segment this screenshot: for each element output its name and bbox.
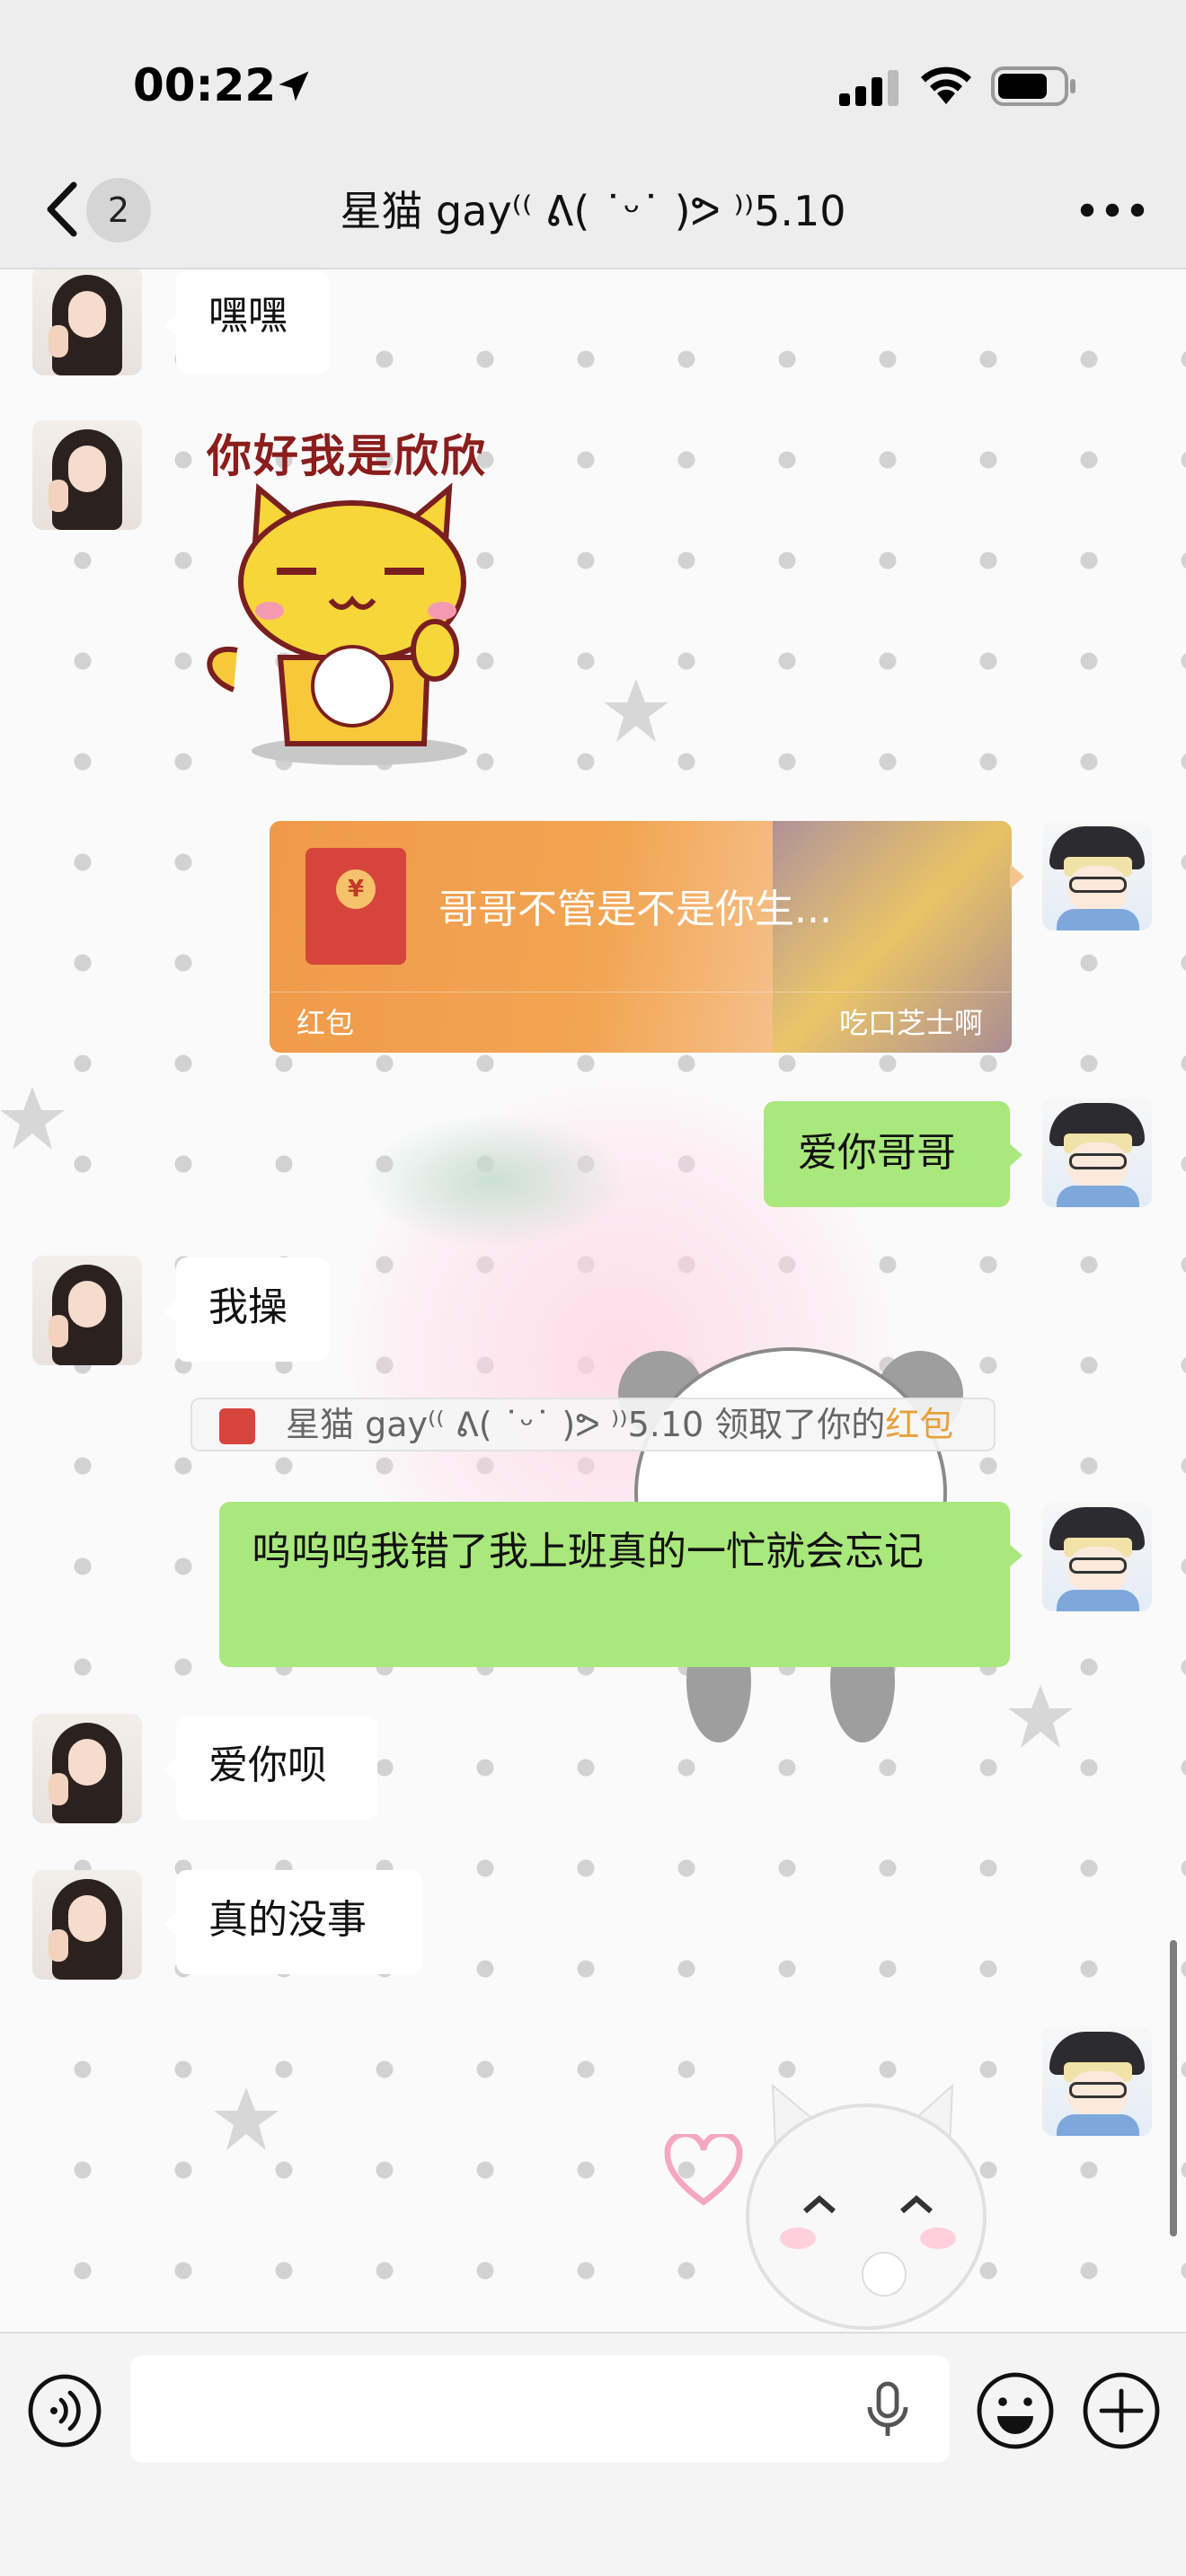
unread-count-badge[interactable]: 2 — [86, 178, 151, 243]
chat-title: 星猫 gay⁽⁽ ᕕ( ˙ᵕ˙ )ᕗ ⁾⁾5.10 — [340, 187, 846, 235]
back-button[interactable] — [34, 178, 88, 241]
system-notice-text: 星猫 gay⁽⁽ ᕕ( ˙ᵕ˙ )ᕗ ⁾⁾5.10 领取了你的 — [286, 1405, 886, 1444]
red-packet-label: 红包 — [296, 1006, 355, 1040]
contact-avatar[interactable] — [32, 1256, 142, 1365]
system-notice: 星猫 gay⁽⁽ ᕕ( ˙ᵕ˙ )ᕗ ⁾⁾5.10 领取了你的红包 — [190, 1398, 996, 1451]
message-bubble[interactable]: 呜呜呜我错了我上班真的一忙就会忘记 — [219, 1502, 1022, 1667]
emoji-icon[interactable] — [976, 2371, 1055, 2450]
voice-toggle-icon[interactable] — [27, 2373, 102, 2448]
message-text: 我操 — [208, 1284, 288, 1330]
contact-avatar[interactable] — [32, 1714, 142, 1823]
message-composer — [0, 2332, 1186, 2576]
plus-icon[interactable] — [1082, 2371, 1161, 2450]
sticker-caption: 你好我是欣欣 — [207, 430, 487, 482]
location-arrow-icon — [279, 71, 309, 101]
self-avatar[interactable] — [1042, 2026, 1152, 2136]
wifi-icon — [921, 66, 971, 104]
status-time: 00:22 — [133, 59, 277, 111]
background-green-blob — [359, 1114, 629, 1248]
message-text: 爱你哥哥 — [798, 1130, 956, 1176]
red-packet-link[interactable]: 红包 — [885, 1405, 953, 1444]
message-bubble[interactable]: 爱你哥哥 — [764, 1101, 1022, 1207]
red-packet-envelope-icon: ¥ — [305, 848, 406, 965]
message-text: 嘿嘿 — [208, 293, 288, 339]
yellow-cat-sticker[interactable] — [198, 478, 503, 774]
message-text: 真的没事 — [208, 1897, 367, 1943]
heart-decoration-icon — [664, 2134, 743, 2206]
star-decoration-icon — [604, 679, 668, 742]
self-avatar[interactable] — [1042, 821, 1152, 931]
scrollbar[interactable] — [1170, 1940, 1177, 2236]
message-bubble[interactable]: 爱你呗 — [164, 1716, 377, 1820]
star-decoration-icon — [1008, 1685, 1073, 1748]
red-packet-title: 哥哥不管是不是你生... — [438, 887, 832, 932]
red-packet-card[interactable]: ¥ 哥哥不管是不是你生... 红包 吃口芝士啊 — [270, 821, 1012, 1053]
red-packet-sender: 吃口芝士啊 — [838, 1006, 983, 1040]
self-avatar[interactable] — [1042, 1098, 1152, 1207]
white-cat-sticker — [746, 2083, 987, 2330]
message-bubble[interactable]: 嘿嘿 — [164, 271, 329, 374]
contact-avatar[interactable] — [32, 1870, 142, 1980]
red-packet-icon — [219, 1408, 255, 1444]
message-bubble[interactable]: 我操 — [164, 1257, 329, 1362]
cellular-signal-icon — [839, 70, 898, 106]
top-bar: 00:22 2 星猫 gay⁽⁽ ᕕ( ˙ᵕ˙ )ᕗ ⁾⁾5.10 — [0, 0, 1186, 269]
microphone-icon[interactable] — [861, 2380, 915, 2439]
message-input[interactable] — [130, 2355, 950, 2463]
message-text: 爱你呗 — [208, 1742, 327, 1788]
message-bubble[interactable]: 真的没事 — [164, 1870, 422, 1974]
self-avatar[interactable] — [1042, 1502, 1152, 1611]
star-decoration-icon — [0, 1087, 65, 1150]
contact-avatar[interactable] — [32, 266, 142, 375]
contact-avatar[interactable] — [32, 420, 142, 530]
battery-icon — [991, 66, 1075, 106]
more-dots-icon[interactable] — [1076, 190, 1148, 230]
message-text: 呜呜呜我错了我上班真的一忙就会忘记 — [252, 1529, 924, 1575]
star-decoration-icon — [214, 2087, 279, 2150]
